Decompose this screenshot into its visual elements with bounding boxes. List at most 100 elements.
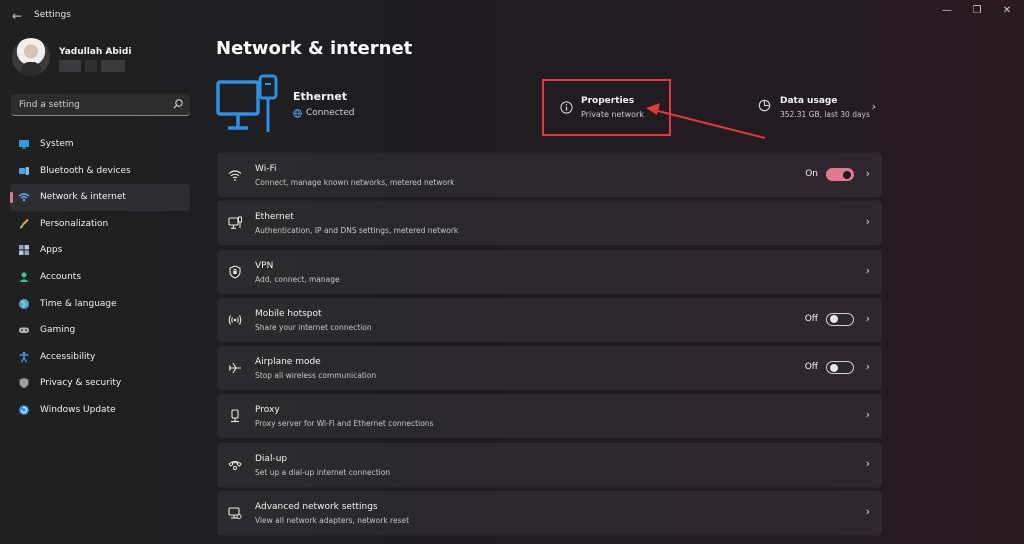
properties-subtitle: Private network bbox=[581, 110, 644, 119]
chevron-right-icon: › bbox=[865, 505, 870, 519]
sidebar-item-windows-update[interactable]: Windows Update bbox=[10, 397, 190, 424]
chevron-right-icon: › bbox=[865, 456, 870, 470]
row-subtitle: Connect, manage known networks, metered … bbox=[255, 178, 455, 187]
sidebar-item-network-internet[interactable]: Network & internet bbox=[10, 184, 190, 211]
chevron-right-icon: › bbox=[865, 167, 870, 180]
wifi-icon bbox=[228, 170, 242, 181]
row-title: Airplane mode bbox=[255, 357, 321, 368]
sidebar-item-label: Gaming bbox=[40, 325, 76, 336]
maximize-button[interactable]: ❐ bbox=[966, 4, 988, 18]
sidebar-item-privacy-security[interactable]: Privacy & security bbox=[10, 370, 190, 397]
avatar bbox=[12, 38, 50, 76]
sidebar-item-apps[interactable]: Apps bbox=[10, 237, 190, 264]
accessibility-icon bbox=[19, 351, 29, 363]
globe-icon bbox=[293, 108, 302, 118]
toggle-knob bbox=[830, 363, 838, 372]
dialup-icon bbox=[228, 460, 242, 470]
sidebar-item-bluetooth-devices[interactable]: Bluetooth & devices bbox=[10, 158, 190, 185]
row-subtitle: Add, connect, manage bbox=[255, 274, 340, 284]
row-title: Advanced network settings bbox=[255, 502, 378, 513]
data-usage-title: Data usage bbox=[780, 96, 838, 106]
pie-chart-icon bbox=[758, 99, 771, 112]
network-settings-list: Wi-Fi Connect, manage known networks, me… bbox=[217, 153, 882, 539]
search-icon[interactable] bbox=[172, 98, 184, 110]
hotspot-toggle-label: Off bbox=[804, 313, 818, 324]
user-name: Yadullah Abidi bbox=[59, 47, 132, 57]
wifi-toggle-label: On bbox=[805, 169, 818, 179]
ethernet-icon bbox=[228, 216, 242, 230]
row-airplane-mode[interactable]: Airplane mode Stop all wireless communic… bbox=[217, 346, 882, 391]
sidebar-item-label: Personalization bbox=[40, 218, 109, 229]
sidebar-item-personalization[interactable]: Personalization bbox=[10, 211, 190, 238]
chevron-right-icon: › bbox=[865, 263, 870, 277]
sidebar-item-label: Bluetooth & devices bbox=[40, 165, 131, 176]
sidebar-item-label: Privacy & security bbox=[40, 378, 122, 389]
sidebar-item-accounts[interactable]: Accounts bbox=[10, 264, 190, 291]
title-bar: ← Settings — ❐ ✕ bbox=[0, 0, 1024, 32]
wifi-toggle[interactable] bbox=[826, 168, 854, 181]
brush-icon bbox=[20, 218, 29, 229]
row-proxy[interactable]: Proxy Proxy server for Wi-Fi and Etherne… bbox=[217, 394, 882, 439]
sidebar-nav: System Bluetooth & devices Network & int… bbox=[10, 131, 190, 424]
back-button[interactable]: ← bbox=[8, 8, 26, 24]
sidebar-item-label: System bbox=[40, 139, 74, 149]
row-vpn[interactable]: VPN Add, connect, manage › bbox=[217, 249, 882, 294]
row-advanced-network-settings[interactable]: Advanced network settings View all netwo… bbox=[217, 491, 882, 536]
hotspot-toggle[interactable] bbox=[826, 312, 854, 326]
data-usage-button[interactable]: Data usage 352.31 GB, last 30 days › bbox=[750, 92, 880, 122]
system-icon bbox=[19, 140, 29, 149]
chevron-right-icon: › bbox=[865, 360, 870, 374]
page-title: Network & internet bbox=[216, 38, 413, 59]
sidebar-item-label: Accessibility bbox=[40, 351, 96, 362]
row-subtitle: Share your internet connection bbox=[255, 322, 372, 332]
sidebar-item-gaming[interactable]: Gaming bbox=[10, 317, 190, 344]
accounts-icon bbox=[19, 272, 29, 282]
sidebar-item-accessibility[interactable]: Accessibility bbox=[10, 344, 190, 371]
toggle-knob bbox=[830, 315, 838, 324]
connection-name: Ethernet bbox=[293, 90, 348, 103]
vpn-shield-icon bbox=[229, 265, 241, 279]
airplane-toggle[interactable] bbox=[826, 361, 854, 375]
bluetooth-icon bbox=[19, 166, 29, 175]
minimize-button[interactable]: — bbox=[936, 4, 958, 18]
app-title: Settings bbox=[34, 10, 71, 20]
proxy-icon bbox=[231, 409, 239, 423]
shield-icon bbox=[19, 378, 29, 389]
row-subtitle: Proxy server for Wi-Fi and Ethernet conn… bbox=[255, 419, 434, 429]
sidebar-item-label: Network & internet bbox=[40, 192, 126, 203]
row-title: Ethernet bbox=[255, 212, 294, 223]
sidebar-item-label: Windows Update bbox=[40, 404, 116, 415]
advanced-network-icon bbox=[228, 507, 242, 520]
row-ethernet[interactable]: Ethernet Authentication, IP and DNS sett… bbox=[217, 201, 882, 246]
row-subtitle: View all network adapters, network reset bbox=[255, 516, 410, 526]
row-title: Wi-Fi bbox=[255, 164, 277, 174]
chevron-right-icon: › bbox=[865, 311, 870, 325]
connection-status-text: Connected bbox=[306, 108, 355, 118]
network-icon bbox=[18, 193, 30, 202]
row-mobile-hotspot[interactable]: Mobile hotspot Share your internet conne… bbox=[217, 297, 882, 342]
sidebar-item-time-language[interactable]: Time & language bbox=[10, 291, 190, 318]
sidebar-item-label: Time & language bbox=[40, 298, 117, 309]
row-dial-up[interactable]: Dial-up Set up a dial-up internet connec… bbox=[217, 442, 882, 487]
sidebar-item-system[interactable]: System bbox=[10, 131, 190, 158]
row-title: Proxy bbox=[255, 405, 280, 416]
close-button[interactable]: ✕ bbox=[996, 4, 1018, 18]
chevron-right-icon: › bbox=[871, 100, 876, 113]
ethernet-hero-icon bbox=[216, 74, 278, 132]
row-subtitle: Set up a dial-up internet connection bbox=[255, 467, 391, 477]
globe-clock-icon bbox=[19, 298, 29, 309]
search-input[interactable]: Find a setting bbox=[19, 100, 80, 110]
airplane-toggle-label: Off bbox=[804, 362, 818, 373]
hotspot-icon bbox=[228, 315, 242, 325]
chevron-right-icon: › bbox=[865, 408, 870, 422]
info-icon bbox=[560, 101, 573, 114]
row-title: Dial-up bbox=[255, 453, 288, 464]
update-icon bbox=[19, 404, 29, 415]
apps-icon bbox=[19, 245, 29, 256]
row-subtitle: Authentication, IP and DNS settings, met… bbox=[255, 226, 459, 236]
search-box[interactable]: Find a setting bbox=[11, 94, 190, 116]
row-wifi[interactable]: Wi-Fi Connect, manage known networks, me… bbox=[217, 153, 882, 197]
toggle-knob bbox=[843, 170, 851, 179]
row-title: VPN bbox=[255, 260, 274, 271]
gamepad-icon bbox=[19, 327, 29, 334]
